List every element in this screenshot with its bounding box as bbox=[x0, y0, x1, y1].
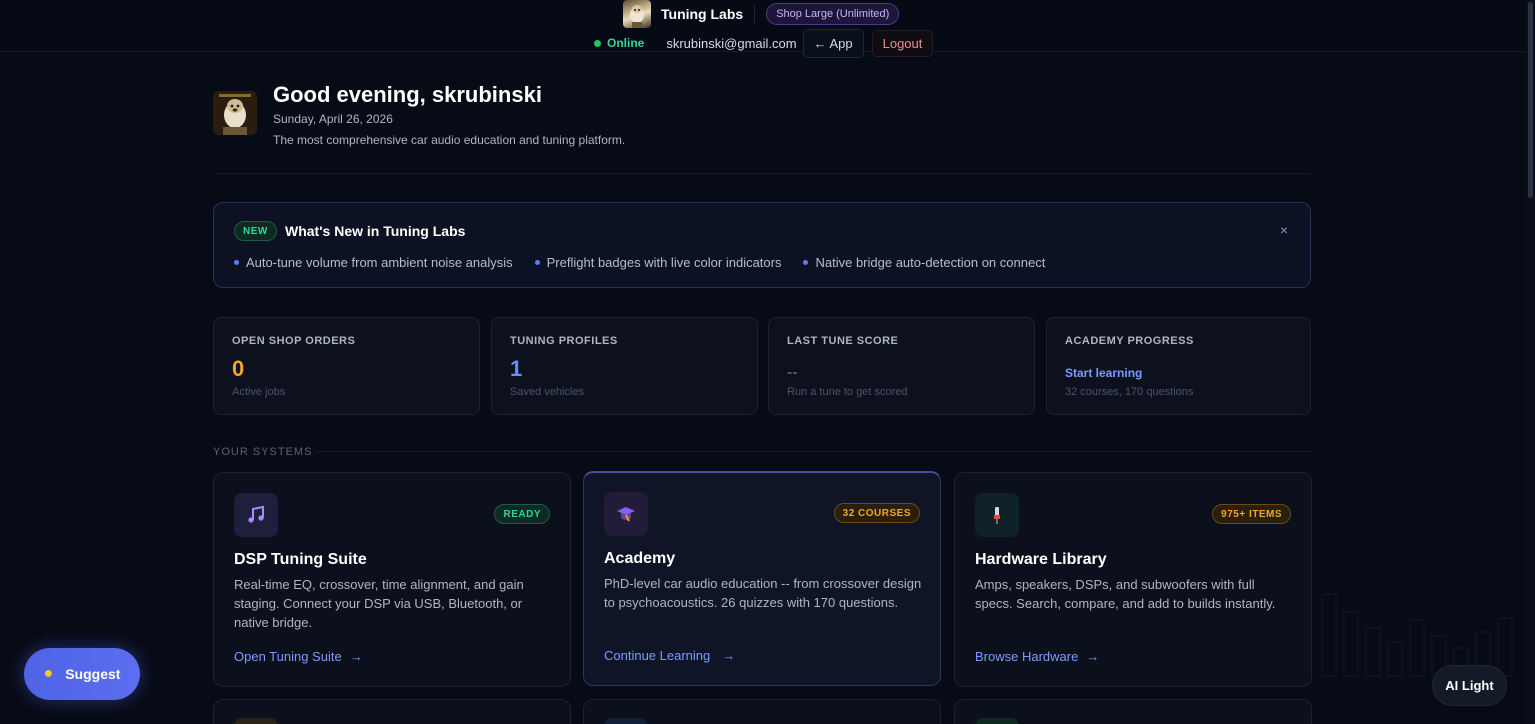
stat-value: 1 bbox=[510, 356, 523, 381]
system-card-partial[interactable] bbox=[954, 699, 1312, 724]
stat-card-last-tune-score[interactable]: LAST TUNE SCORE -- Run a tune to get sco… bbox=[768, 317, 1035, 415]
open-tuning-suite-link[interactable]: Open Tuning Suite → bbox=[234, 649, 363, 664]
whats-new-banner: NEW What's New in Tuning Labs × Auto-tun… bbox=[213, 202, 1311, 288]
divider bbox=[754, 5, 756, 23]
greeting-section: Good evening, skrubinski Sunday, April 2… bbox=[213, 82, 1311, 174]
ai-light-button[interactable]: AI Light bbox=[1432, 665, 1507, 706]
arrow-right-icon: → bbox=[722, 648, 736, 663]
card-description: PhD-level car audio education -- from cr… bbox=[604, 576, 922, 610]
divider bbox=[315, 451, 1311, 452]
stat-card-tuning-profiles[interactable]: TUNING PROFILES 1 Saved vehicles bbox=[491, 317, 758, 415]
stat-card-open-shop-orders[interactable]: OPEN SHOP ORDERS 0 Active jobs bbox=[213, 317, 480, 415]
system-card-academy[interactable]: 32 COURSES Academy PhD-level car audio e… bbox=[583, 471, 941, 686]
start-learning-link[interactable]: Start learning bbox=[1065, 366, 1142, 380]
browse-hardware-link[interactable]: Browse Hardware → bbox=[975, 649, 1099, 664]
online-status: Online bbox=[607, 36, 645, 50]
whats-new-item: Auto-tune volume from ambient noise anal… bbox=[246, 255, 513, 270]
whats-new-item: Native bridge auto-detection on connect bbox=[815, 255, 1046, 270]
scrollbar[interactable] bbox=[1526, 0, 1535, 724]
top-bar: Tuning Labs Shop Large (Unlimited) Onlin… bbox=[0, 0, 1535, 58]
online-status-icon bbox=[594, 39, 601, 47]
greeting-date: Sunday, April 26, 2026 bbox=[273, 112, 393, 126]
suggest-label: Suggest bbox=[65, 666, 121, 682]
list-item: Native bridge auto-detection on connect bbox=[803, 255, 1045, 270]
link-label: Open Tuning Suite bbox=[234, 649, 342, 664]
stat-label: ACADEMY PROGRESS bbox=[1065, 335, 1194, 347]
system-card-partial[interactable] bbox=[583, 699, 941, 724]
plan-badge: Shop Large (Unlimited) bbox=[766, 3, 900, 25]
new-badge: NEW bbox=[234, 221, 277, 241]
greeting-subtitle: The most comprehensive car audio educati… bbox=[273, 133, 626, 147]
whats-new-list: Auto-tune volume from ambient noise anal… bbox=[234, 255, 1067, 270]
bullet-icon bbox=[234, 260, 239, 265]
whats-new-item: Preflight badges with live color indicat… bbox=[546, 255, 782, 270]
user-row: Online skrubinski@gmail.com ← App Logout bbox=[594, 28, 934, 58]
system-card-partial[interactable] bbox=[213, 699, 571, 724]
stat-note: Active jobs bbox=[232, 386, 286, 398]
card-icon bbox=[234, 718, 278, 724]
card-icon bbox=[604, 718, 648, 724]
background-bars-decoration bbox=[1321, 593, 1513, 677]
brand-logo[interactable] bbox=[623, 0, 651, 28]
lightbulb-icon: ● bbox=[43, 665, 54, 682]
logout-button[interactable]: Logout bbox=[871, 29, 934, 57]
status-badge: READY bbox=[494, 504, 550, 524]
stat-label: TUNING PROFILES bbox=[510, 335, 618, 347]
suggest-button[interactable]: ● Suggest bbox=[24, 648, 140, 700]
music-note-icon bbox=[234, 493, 278, 537]
stat-label: LAST TUNE SCORE bbox=[787, 335, 899, 347]
list-item: Auto-tune volume from ambient noise anal… bbox=[234, 255, 513, 270]
courses-badge: 32 COURSES bbox=[833, 503, 920, 523]
card-title: Hardware Library bbox=[975, 551, 1107, 568]
stat-note: 32 courses, 170 questions bbox=[1065, 386, 1194, 398]
greeting-title: Good evening, skrubinski bbox=[273, 82, 542, 107]
scrollbar-thumb[interactable] bbox=[1528, 2, 1533, 198]
stat-label: OPEN SHOP ORDERS bbox=[232, 335, 356, 347]
section-label: YOUR SYSTEMS bbox=[213, 446, 313, 458]
audio-jack-icon bbox=[975, 493, 1019, 537]
stat-value: 0 bbox=[232, 356, 245, 381]
avatar[interactable] bbox=[213, 91, 257, 135]
whats-new-title: What's New in Tuning Labs bbox=[285, 223, 466, 239]
link-label: Continue Learning bbox=[604, 648, 711, 663]
graduation-cap-icon bbox=[604, 492, 648, 536]
bullet-icon bbox=[803, 260, 809, 265]
stat-note: Saved vehicles bbox=[510, 386, 584, 398]
stat-value: -- bbox=[787, 364, 798, 381]
user-email: skrubinski@gmail.com bbox=[666, 35, 797, 51]
card-icon bbox=[975, 718, 1019, 724]
bullet-icon bbox=[534, 260, 540, 265]
continue-learning-link[interactable]: Continue Learning → bbox=[604, 648, 735, 663]
items-badge: 975+ ITEMS bbox=[1212, 504, 1291, 524]
arrow-right-icon: → bbox=[349, 649, 363, 664]
system-card-dsp-tuning-suite[interactable]: READY DSP Tuning Suite Real-time EQ, cro… bbox=[213, 472, 571, 687]
card-title: Academy bbox=[604, 550, 676, 567]
back-to-app-button[interactable]: ← App bbox=[802, 28, 864, 58]
card-description: Amps, speakers, DSPs, and subwoofers wit… bbox=[975, 577, 1276, 611]
card-description: Real-time EQ, crossover, time alignment,… bbox=[234, 577, 524, 630]
card-title: DSP Tuning Suite bbox=[234, 551, 367, 568]
list-item: Preflight badges with live color indicat… bbox=[534, 255, 782, 270]
brand-row: Tuning Labs Shop Large (Unlimited) bbox=[623, 0, 900, 28]
system-card-hardware-library[interactable]: 975+ ITEMS Hardware Library Amps, speake… bbox=[954, 472, 1312, 687]
link-label: Browse Hardware bbox=[975, 649, 1079, 664]
arrow-right-icon: → bbox=[1086, 649, 1100, 664]
stat-note: Run a tune to get scored bbox=[787, 386, 908, 398]
stat-card-academy-progress[interactable]: ACADEMY PROGRESS Start learning 32 cours… bbox=[1046, 317, 1311, 415]
close-icon[interactable]: × bbox=[1280, 222, 1288, 238]
app-name[interactable]: Tuning Labs bbox=[661, 6, 743, 22]
